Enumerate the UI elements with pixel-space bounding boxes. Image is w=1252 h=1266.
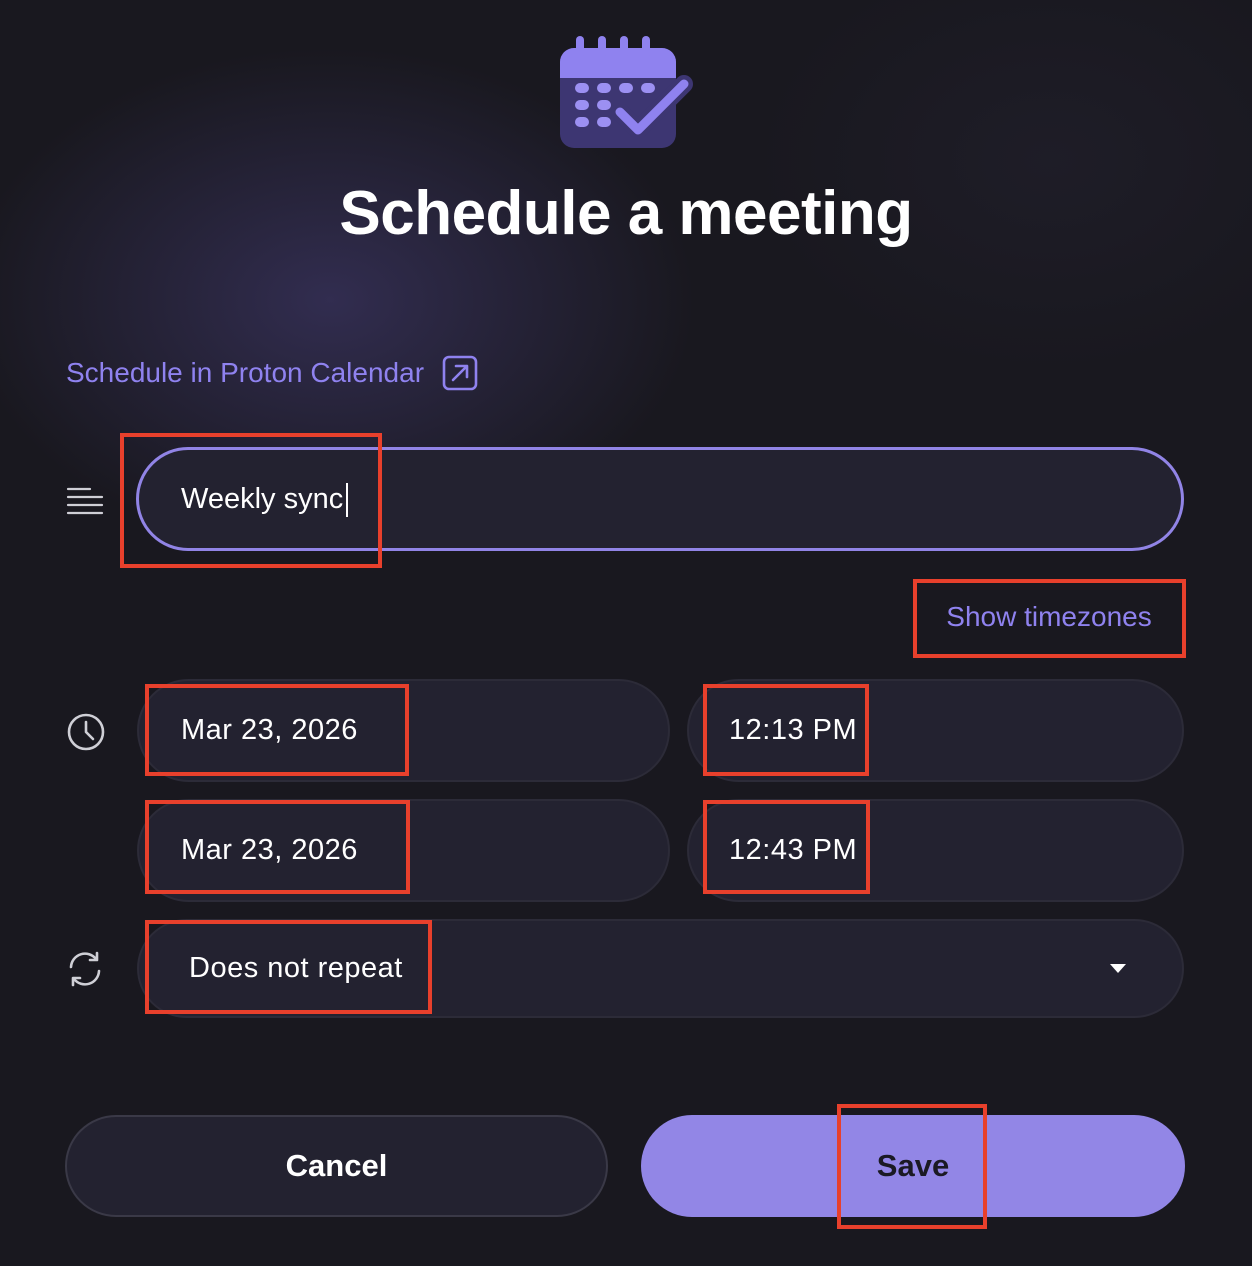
show-timezones-button[interactable]: Show timezones (918, 590, 1180, 644)
page-title: Schedule a meeting (339, 179, 913, 248)
end-time-field[interactable]: 12:43 PM (687, 799, 1184, 902)
calendar-check-icon (556, 34, 696, 154)
proton-link-label: Schedule in Proton Calendar (66, 357, 425, 388)
cancel-button[interactable]: Cancel (65, 1115, 608, 1217)
external-link-icon (442, 355, 478, 391)
schedule-in-proton-calendar-link[interactable]: Schedule in Proton Calendar (66, 352, 478, 394)
recurrence-selected-value: Does not repeat (189, 952, 403, 984)
chevron-down-icon (1110, 964, 1126, 973)
start-time-field[interactable]: 12:13 PM (687, 679, 1184, 782)
start-date-field[interactable]: Mar 23, 2026 (137, 679, 670, 782)
end-date-field[interactable]: Mar 23, 2026 (137, 799, 670, 902)
text-cursor (346, 483, 348, 517)
text-align-icon (65, 480, 105, 520)
end-date-value: Mar 23, 2026 (181, 834, 358, 866)
end-time-value: 12:43 PM (729, 834, 858, 866)
recurrence-select[interactable]: Does not repeat (137, 919, 1184, 1018)
start-date-value: Mar 23, 2026 (181, 714, 358, 746)
start-time-value: 12:13 PM (729, 714, 858, 746)
save-button[interactable]: Save (641, 1115, 1185, 1217)
repeat-icon (65, 949, 105, 989)
meeting-title-input[interactable] (136, 447, 1184, 551)
clock-icon (66, 712, 106, 752)
